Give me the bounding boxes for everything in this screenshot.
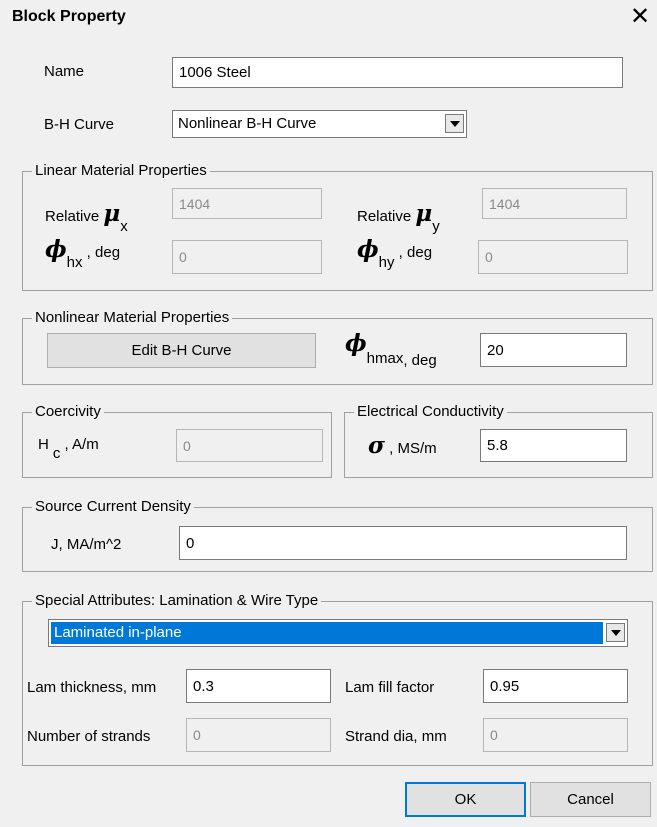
lam-thickness-label: Lam thickness, mm <box>27 679 157 696</box>
mu-subscript-x: x <box>120 218 128 235</box>
close-icon[interactable]: ✕ <box>630 3 650 31</box>
lamination-type-value: Laminated in-plane <box>54 624 182 641</box>
phi-subscript-hmax: hmax <box>366 350 404 367</box>
deg-unit: , deg <box>86 244 121 261</box>
cancel-button[interactable]: Cancel <box>530 782 651 817</box>
source-current-legend: Source Current Density <box>32 498 194 516</box>
mu-symbol: μ <box>103 200 121 227</box>
phihy-label: ϕhy , deg <box>357 236 433 271</box>
phi-symbol-hmax: ϕ <box>345 330 367 357</box>
phihmax-label: ϕhmax, deg <box>345 330 437 369</box>
phihy-input[interactable] <box>478 240 628 274</box>
current-density-input[interactable] <box>179 526 627 560</box>
am-unit: , A/m <box>64 436 99 453</box>
conductivity-legend: Electrical Conductivity <box>354 403 507 421</box>
chevron-down-icon[interactable] <box>606 623 625 642</box>
phihx-input[interactable] <box>172 240 322 274</box>
phihx-label: ϕhx , deg <box>45 236 121 271</box>
bh-curve-select[interactable]: Nonlinear B-H Curve <box>172 110 467 138</box>
relative-mux-label: Relative μx <box>45 200 128 235</box>
conductivity-input[interactable] <box>480 429 627 462</box>
name-label: Name <box>44 63 85 80</box>
lam-fill-input[interactable] <box>483 669 628 703</box>
muy-input[interactable] <box>482 188 627 219</box>
strands-input[interactable] <box>186 718 331 752</box>
relative-text-y: Relative <box>357 208 412 225</box>
phihmax-input[interactable] <box>480 333 627 367</box>
lam-fill-label: Lam fill factor <box>345 679 435 696</box>
relative-text: Relative <box>45 208 100 225</box>
phi-subscript-hy: hy <box>378 254 395 271</box>
mu-subscript-y: y <box>432 218 440 235</box>
sigma-symbol: σ <box>368 432 385 459</box>
h-text: H <box>38 436 49 453</box>
lamination-type-select[interactable]: Laminated in-plane <box>48 619 628 647</box>
edit-bh-curve-button[interactable]: Edit B-H Curve <box>47 333 316 368</box>
h-subscript-c: c <box>52 445 61 462</box>
bh-curve-label: B-H Curve <box>44 116 115 133</box>
mu-symbol-y: μ <box>415 200 433 227</box>
phi-symbol: ϕ <box>45 236 67 263</box>
relative-muy-label: Relative μy <box>357 200 440 235</box>
current-density-label: J, MA/m^2 <box>51 536 122 553</box>
name-input[interactable] <box>172 57 623 88</box>
nonlinear-properties-legend: Nonlinear Material Properties <box>32 309 233 327</box>
strands-label: Number of strands <box>27 728 151 745</box>
chevron-down-icon[interactable] <box>445 114 464 133</box>
coercivity-legend: Coercivity <box>32 403 104 421</box>
ok-button[interactable]: OK <box>405 782 526 817</box>
coercivity-input[interactable] <box>176 429 323 462</box>
strand-dia-label: Strand dia, mm <box>345 728 447 745</box>
deg-unit-hmax: , deg <box>403 352 437 369</box>
sigma-label: σ , MS/m <box>368 432 437 459</box>
lam-thickness-input[interactable] <box>186 669 331 703</box>
strand-dia-input[interactable] <box>483 718 628 752</box>
phi-subscript-hx: hx <box>66 254 83 271</box>
phi-symbol-y: ϕ <box>357 236 379 263</box>
msm-unit: , MS/m <box>389 440 437 457</box>
mux-input[interactable] <box>172 188 322 219</box>
hc-label: Hc , A/m <box>38 436 99 462</box>
bh-curve-value: Nonlinear B-H Curve <box>178 115 317 132</box>
linear-properties-legend: Linear Material Properties <box>32 162 210 180</box>
window-title: Block Property <box>12 8 126 25</box>
deg-unit-y: , deg <box>398 244 433 261</box>
special-attributes-legend: Special Attributes: Lamination & Wire Ty… <box>32 592 322 610</box>
